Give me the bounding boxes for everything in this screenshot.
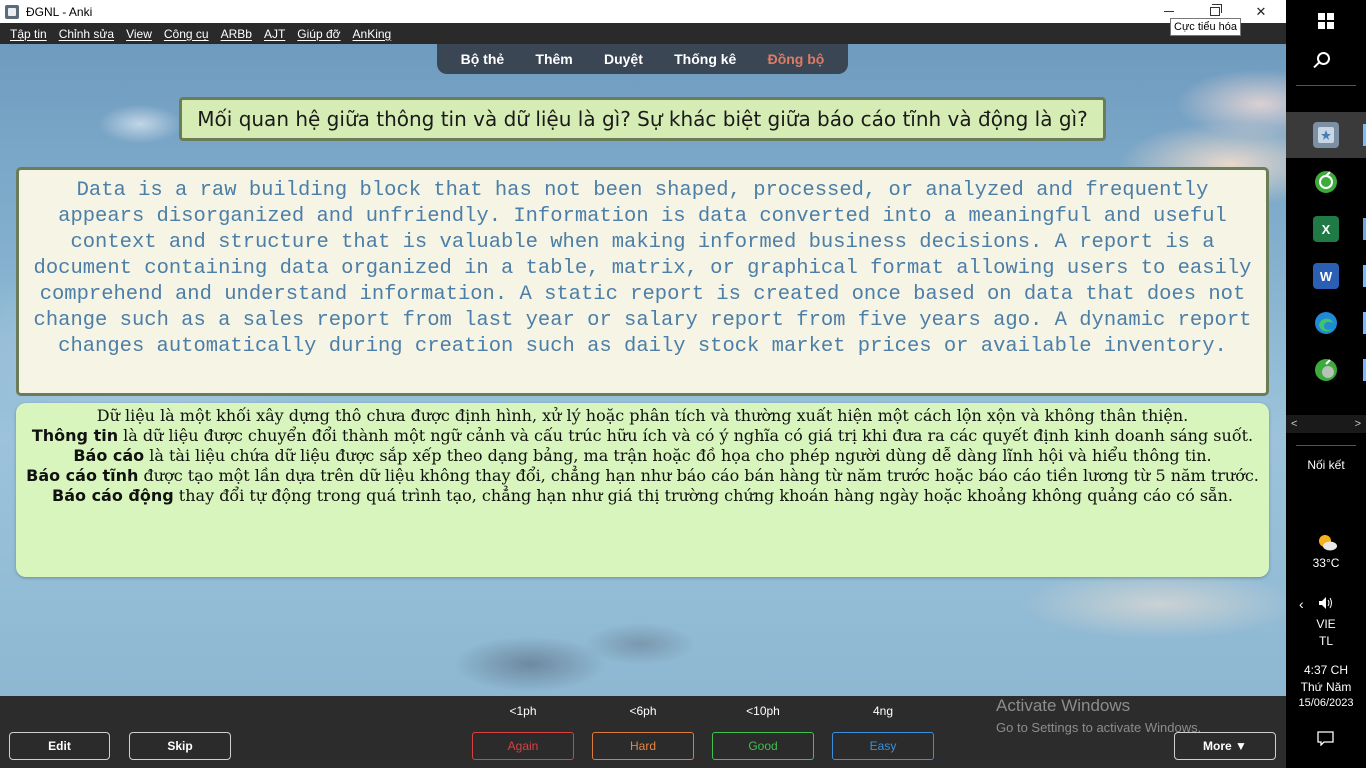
term-information: Thông tin bbox=[31, 426, 119, 445]
clock-date[interactable]: 15/06/2023 bbox=[1286, 697, 1366, 709]
word-icon: W bbox=[1313, 263, 1339, 289]
taskbar-scroll: < > bbox=[1286, 415, 1366, 433]
reviewer-area: Bộ thẻ Thêm Duyệt Thống kê Đồng bộ Mối q… bbox=[0, 44, 1286, 696]
card-answer-english: Data is a raw building block that has no… bbox=[16, 167, 1269, 396]
answer-vi-report: Báo cáo là tài liệu chứa dữ liệu được sắ… bbox=[24, 446, 1261, 466]
edit-button[interactable]: Edit bbox=[9, 732, 110, 760]
easy-button[interactable]: Easy bbox=[832, 732, 934, 760]
green-app-icon bbox=[1313, 169, 1339, 195]
language-indicator[interactable]: VIE bbox=[1286, 617, 1366, 631]
term-report: Báo cáo bbox=[73, 446, 145, 465]
nav-sync[interactable]: Đồng bộ bbox=[768, 51, 825, 67]
windows-taskbar: X W < > Nối kết 33°C ‹ VIE TL 4:37 CH Th… bbox=[1286, 0, 1366, 768]
scroll-right-arrow[interactable]: > bbox=[1355, 418, 1361, 430]
edge-icon bbox=[1313, 310, 1339, 336]
term-static-report: Báo cáo tĩnh bbox=[26, 466, 139, 485]
nav-decks[interactable]: Bộ thẻ bbox=[461, 51, 505, 67]
minimize-tooltip: Cực tiểu hóa bbox=[1170, 18, 1242, 36]
windows-start-icon[interactable] bbox=[1318, 13, 1334, 29]
network-status[interactable]: Nối kết bbox=[1286, 458, 1366, 472]
answer-vi-static-report: Báo cáo tĩnh được tạo một lần dựa trên d… bbox=[24, 466, 1261, 486]
nav-browse[interactable]: Duyệt bbox=[604, 51, 643, 67]
taskbar-app-excel[interactable]: X bbox=[1286, 206, 1366, 252]
nav-add[interactable]: Thêm bbox=[535, 51, 572, 67]
answer-vi-information: Thông tin là dữ liệu được chuyển đổi thà… bbox=[24, 426, 1261, 446]
menu-anking[interactable]: AnKing bbox=[347, 27, 398, 41]
temperature-label: 33°C bbox=[1312, 556, 1340, 570]
clock-time[interactable]: 4:37 CH bbox=[1286, 663, 1366, 677]
menu-ajt[interactable]: AJT bbox=[258, 27, 291, 41]
menu-tools[interactable]: Công cụ bbox=[158, 27, 215, 41]
close-icon: ✕ bbox=[1255, 3, 1267, 19]
anki-icon bbox=[1313, 122, 1339, 148]
menu-view[interactable]: View bbox=[120, 27, 158, 41]
activate-title: Activate Windows bbox=[996, 696, 1131, 715]
search-icon[interactable] bbox=[1317, 52, 1330, 65]
term-dynamic-report: Báo cáo động bbox=[52, 486, 174, 505]
restore-icon bbox=[1210, 4, 1222, 16]
ime-indicator[interactable]: TL bbox=[1286, 634, 1366, 648]
card-question: Mối quan hệ giữa thông tin và dữ liệu là… bbox=[179, 97, 1106, 141]
interval-hard: <6ph bbox=[629, 704, 657, 718]
menu-file[interactable]: Tập tin bbox=[4, 27, 53, 41]
green-app-icon-2 bbox=[1313, 357, 1339, 383]
menu-arbb[interactable]: ARBb bbox=[215, 27, 258, 41]
close-button[interactable]: ✕ bbox=[1238, 0, 1284, 23]
notifications-icon[interactable] bbox=[1317, 731, 1334, 746]
good-button[interactable]: Good bbox=[712, 732, 814, 760]
excel-icon: X bbox=[1313, 216, 1339, 242]
hard-button[interactable]: Hard bbox=[592, 732, 694, 760]
clock-weekday[interactable]: Thứ Năm bbox=[1286, 680, 1366, 694]
taskbar-app-word[interactable]: W bbox=[1286, 253, 1366, 299]
title-bar: ĐGNL - Anki ✕ bbox=[0, 0, 1286, 23]
card-answer-vietnamese: Dữ liệu là một khối xây dựng thô chưa đư… bbox=[16, 403, 1269, 577]
definition-dynamic-report: thay đổi tự động trong quá trình tạo, ch… bbox=[173, 486, 1233, 505]
interval-easy: 4ng bbox=[872, 704, 894, 718]
nav-stats[interactable]: Thống kê bbox=[674, 51, 736, 67]
definition-static-report: được tạo một lần dựa trên dữ liệu không … bbox=[138, 466, 1259, 485]
window-title: ĐGNL - Anki bbox=[26, 4, 93, 19]
answer-bar: Edit Skip <1ph <6ph <10ph 4ng Again Hard… bbox=[0, 696, 1286, 768]
minimize-icon bbox=[1164, 11, 1174, 12]
taskbar-app-anki[interactable] bbox=[1286, 112, 1366, 158]
show-hidden-icons-chevron-icon[interactable]: ‹ bbox=[1299, 596, 1304, 612]
answer-vi-data: Dữ liệu là một khối xây dựng thô chưa đư… bbox=[96, 406, 1189, 425]
menu-help[interactable]: Giúp đỡ bbox=[291, 27, 346, 41]
interval-again: <1ph bbox=[509, 704, 537, 718]
definition-report: là tài liệu chứa dữ liệu được sắp xếp th… bbox=[144, 446, 1212, 465]
weather-icon[interactable] bbox=[1316, 532, 1338, 552]
more-button[interactable]: More ▼ bbox=[1174, 732, 1276, 760]
top-nav: Bộ thẻ Thêm Duyệt Thống kê Đồng bộ bbox=[437, 44, 848, 74]
menu-edit[interactable]: Chỉnh sửa bbox=[53, 27, 120, 41]
again-button[interactable]: Again bbox=[472, 732, 574, 760]
taskbar-app-edge[interactable] bbox=[1286, 300, 1366, 346]
taskbar-app-greenshot[interactable] bbox=[1286, 347, 1366, 393]
taskbar-app-evernote[interactable] bbox=[1286, 159, 1366, 205]
activate-subtitle: Go to Settings to activate Windows. bbox=[996, 720, 1202, 735]
menu-bar: Tập tin Chỉnh sửa View Công cụ ARBb AJT … bbox=[0, 23, 1286, 44]
volume-icon[interactable] bbox=[1318, 596, 1334, 610]
skip-button[interactable]: Skip bbox=[129, 732, 231, 760]
definition-information: là dữ liệu được chuyển đổi thành một ngữ… bbox=[118, 426, 1254, 445]
taskbar-separator bbox=[1296, 85, 1356, 86]
activate-windows-watermark: Activate Windows Go to Settings to activ… bbox=[996, 696, 1201, 735]
taskbar-separator bbox=[1296, 445, 1356, 446]
answer-vi-dynamic-report: Báo cáo động thay đổi tự động trong quá … bbox=[24, 486, 1261, 506]
interval-good: <10ph bbox=[746, 704, 780, 718]
scroll-left-arrow[interactable]: < bbox=[1291, 418, 1297, 430]
anki-app-icon bbox=[5, 4, 19, 19]
